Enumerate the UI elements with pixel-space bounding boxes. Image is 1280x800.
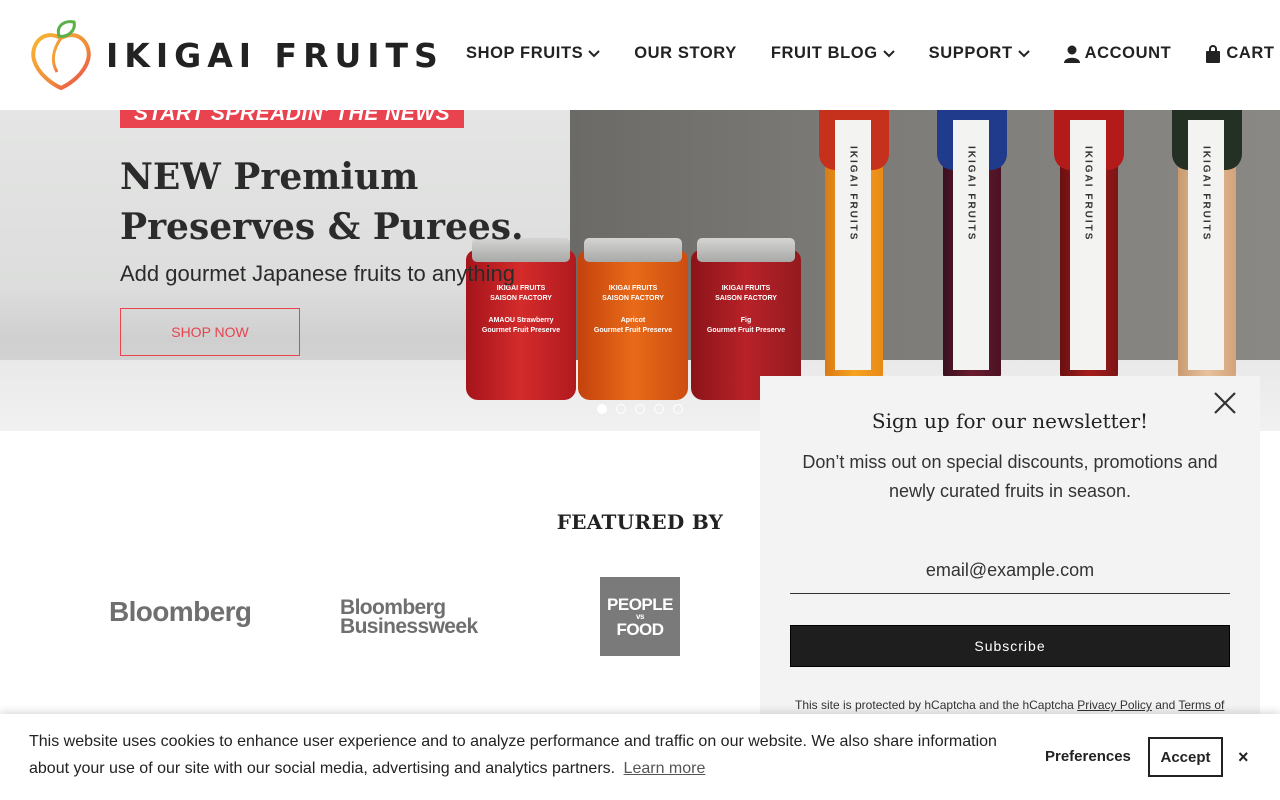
hcaptcha-and-text: and [1155, 698, 1176, 712]
bottle-brand-label: IKIGAI FRUITS [965, 146, 977, 242]
subscribe-button[interactable]: Subscribe [790, 625, 1230, 667]
hcaptcha-notice: This site is protected by hCaptcha and t… [795, 698, 1235, 712]
jar-type: Gourmet Fruit Preserve [706, 327, 786, 334]
nav-account-label: ACCOUNT [1084, 44, 1172, 62]
nav-shop-fruits[interactable]: SHOP FRUITS [466, 44, 600, 63]
product-jar-apricot: IKIGAI FRUITS SAISON FACTORY Apricot Gou… [578, 238, 688, 400]
nav-fruit-blog-label: FRUIT BLOG [770, 44, 878, 62]
nav-our-story-label: OUR STORY [634, 44, 737, 62]
hcaptcha-privacy-link[interactable]: Privacy Policy [1077, 698, 1152, 712]
jar-maker: SAISON FACTORY [602, 295, 664, 302]
jar-brand: IKIGAI FRUITS [608, 285, 658, 292]
cookie-close-button[interactable]: × [1238, 747, 1249, 768]
jar-maker: SAISON FACTORY [715, 295, 777, 302]
product-bottle: IKIGAI FRUITS [1054, 110, 1124, 380]
businessweek-logo-line: Businessweek [340, 615, 478, 638]
people-vs-food-logo-line: FOOD [616, 619, 664, 639]
slider-dots [597, 404, 692, 414]
email-field[interactable] [790, 548, 1230, 594]
chevron-down-icon [882, 49, 895, 57]
bottle-brand-label: IKIGAI FRUITS [1200, 146, 1212, 242]
slider-dot[interactable] [635, 404, 645, 414]
newsletter-description: Don’t miss out on special discounts, pro… [802, 452, 1218, 501]
shopping-bag-icon [1206, 44, 1221, 63]
cookie-message: This website uses cookies to enhance use… [29, 728, 1019, 782]
product-bottle: IKIGAI FRUITS [1172, 110, 1242, 380]
cookie-banner: This website uses cookies to enhance use… [0, 714, 1280, 800]
learn-more-link[interactable]: Learn more [624, 760, 706, 777]
bloomberg-businessweek-logo: Bloomberg Businessweek [340, 597, 478, 638]
peach-logo-icon [31, 20, 91, 90]
hero-title: NEW Premium Preserves & Purees. [120, 156, 524, 248]
slider-dot[interactable] [616, 404, 626, 414]
hcaptcha-notice-text: This site is protected by hCaptcha and t… [795, 698, 1074, 712]
jar-name: AMAOU Strawberry [488, 317, 554, 324]
chevron-down-icon [588, 49, 600, 57]
shop-now-button[interactable]: SHOP NOW [120, 308, 300, 356]
chevron-down-icon [1017, 49, 1030, 57]
jar-type: Gourmet Fruit Preserve [481, 327, 561, 334]
hero-badge-text: START SPREADIN' THE NEWS [134, 110, 451, 125]
jar-name: Fig [740, 317, 752, 324]
jar-type: Gourmet Fruit Preserve [593, 327, 673, 334]
nav-our-story[interactable]: OUR STORY [634, 44, 737, 63]
jar-maker: SAISON FACTORY [490, 295, 552, 302]
nav-account[interactable]: ACCOUNT [1063, 44, 1172, 63]
cookie-preferences-button[interactable]: Preferences [1045, 748, 1131, 765]
jar-name: Apricot [620, 317, 646, 324]
brand-logo[interactable]: IKIGAI FRUITS [30, 20, 444, 90]
bottle-brand-label: IKIGAI FRUITS [1082, 146, 1094, 242]
slider-dot[interactable] [654, 404, 664, 414]
newsletter-title: Sign up for our newsletter! [871, 409, 1149, 433]
cookie-message-text: This website uses cookies to enhance use… [29, 733, 997, 777]
nav-support-label: SUPPORT [928, 44, 1013, 62]
nav-cart[interactable]: CART [1205, 44, 1274, 63]
bottle-brand-label: IKIGAI FRUITS [847, 146, 859, 242]
nav-fruit-blog[interactable]: FRUIT BLOG [771, 44, 895, 63]
slider-dot[interactable] [597, 404, 607, 414]
bloomberg-logo: Bloomberg [109, 596, 252, 627]
product-bottle: IKIGAI FRUITS [937, 110, 1007, 380]
jar-brand: IKIGAI FRUITS [721, 285, 771, 292]
main-nav: SHOP FRUITS OUR STORY FRUIT BLOG SUPPORT… [466, 44, 1275, 63]
newsletter-popup: Sign up for our newsletter! Don’t miss o… [760, 376, 1260, 716]
nav-support[interactable]: SUPPORT [929, 44, 1030, 63]
hero-badge: START SPREADIN' THE NEWS [120, 110, 465, 128]
nav-cart-label: CART [1226, 44, 1275, 62]
nav-shop-fruits-label: SHOP FRUITS [466, 44, 584, 62]
site-header: IKIGAI FRUITS SHOP FRUITS OUR STORY FRUI… [0, 0, 1280, 110]
people-vs-food-logo-line: PEOPLE [607, 594, 673, 614]
hero-subtitle: Add gourmet Japanese fruits to anything [120, 261, 516, 286]
product-bottle: IKIGAI FRUITS [819, 110, 889, 380]
brand-name: IKIGAI FRUITS [106, 35, 444, 75]
cookie-accept-button[interactable]: Accept [1148, 737, 1223, 777]
hcaptcha-terms-link[interactable]: Terms of [1178, 698, 1224, 712]
slider-dot[interactable] [673, 404, 683, 414]
user-icon [1063, 45, 1080, 63]
people-vs-food-logo: PEOPLE vs FOOD [600, 577, 680, 656]
